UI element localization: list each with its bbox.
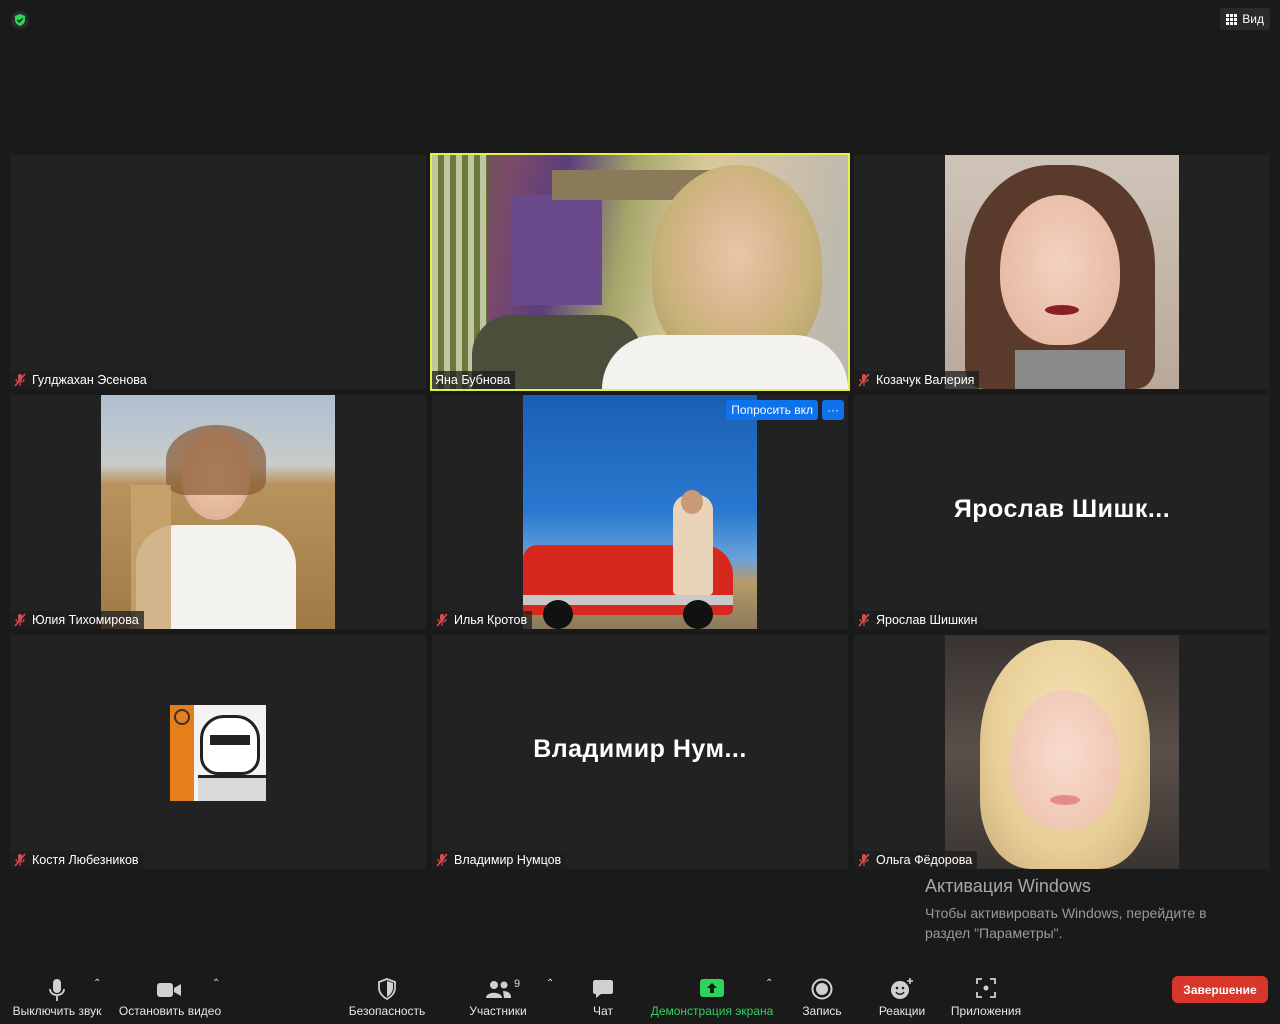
participant-tile[interactable]: Ольга Фёдорова xyxy=(854,635,1270,869)
participants-button[interactable]: 9 Участники xyxy=(462,968,534,1024)
muted-mic-icon xyxy=(858,853,870,867)
security-button-label: Безопасность xyxy=(348,1004,426,1018)
participant-video xyxy=(945,155,1179,389)
end-meeting-button[interactable]: Завершение xyxy=(1172,976,1268,1003)
participant-name-tag: Ольга Фёдорова xyxy=(854,851,978,869)
participant-name: Илья Кротов xyxy=(454,613,528,627)
stop-video-button-label: Остановить видео xyxy=(118,1004,222,1018)
avatar xyxy=(170,705,266,801)
apps-button[interactable]: Приложения xyxy=(946,968,1026,1024)
muted-mic-icon xyxy=(14,853,26,867)
stop-video-button[interactable]: Остановить видео xyxy=(114,968,226,1024)
participant-name: Козачук Валерия xyxy=(876,373,975,387)
video-options-chevron-icon[interactable]: ⌃ xyxy=(212,978,220,989)
muted-mic-icon xyxy=(436,853,448,867)
grid-view-icon xyxy=(1226,13,1238,25)
muted-mic-icon xyxy=(858,613,870,627)
participants-button-label: Участники xyxy=(469,1004,527,1018)
security-shield-icon[interactable] xyxy=(10,10,30,30)
participants-options-chevron-icon[interactable]: ⌃ xyxy=(546,978,554,989)
participant-tile[interactable]: Юлия Тихомирова xyxy=(10,395,426,629)
participant-name-tag: Гулджахан Эсенова xyxy=(10,371,152,389)
chat-button-label: Чат xyxy=(593,1004,613,1018)
muted-mic-icon xyxy=(858,373,870,387)
zoom-meeting-window: Вид Гулджахан Эсенова Яна Бубнова Козачу… xyxy=(0,0,1280,1024)
participant-name-tag: Козачук Валерия xyxy=(854,371,980,389)
watermark-title: Активация Windows xyxy=(925,876,1091,896)
share-screen-button-label: Демонстрация экрана xyxy=(650,1004,774,1018)
mute-button-label: Выключить звук xyxy=(12,1004,102,1018)
participant-tile-active-speaker[interactable]: Яна Бубнова xyxy=(430,153,850,391)
record-button-label: Запись xyxy=(802,1004,842,1018)
view-button-label: Вид xyxy=(1242,12,1264,26)
participants-icon xyxy=(486,981,511,998)
share-options-chevron-icon[interactable]: ⌃ xyxy=(765,978,773,989)
participant-tile[interactable]: Гулджахан Эсенова xyxy=(10,155,426,389)
participant-name: Ольга Фёдорова xyxy=(876,853,973,867)
windows-activation-watermark: Активация Windows Чтобы активировать Win… xyxy=(925,876,1245,943)
participant-name-tag: Яна Бубнова xyxy=(432,371,516,389)
more-options-button[interactable]: ··· xyxy=(822,400,844,420)
apps-icon xyxy=(976,978,996,998)
reactions-button[interactable]: Реакции xyxy=(874,968,930,1024)
record-button[interactable]: Запись xyxy=(796,968,848,1024)
meeting-toolbar: Выключить звук ⌃ Остановить видео ⌃ Безо… xyxy=(0,968,1280,1024)
microphone-icon xyxy=(49,979,65,1001)
participant-name-tag: Илья Кротов xyxy=(432,611,533,629)
chat-button[interactable]: Чат xyxy=(582,968,624,1024)
participant-tile[interactable]: Козачук Валерия xyxy=(854,155,1270,389)
participant-name: Гулджахан Эсенова xyxy=(32,373,147,387)
participant-display-name: Владимир Нум... xyxy=(533,735,747,763)
muted-mic-icon xyxy=(14,373,26,387)
participant-video xyxy=(101,395,335,629)
participant-video xyxy=(523,395,757,629)
video-camera-icon xyxy=(157,983,181,997)
participant-name-tag: Ярослав Шишкин xyxy=(854,611,983,629)
participant-tile[interactable]: Ярослав Шишк... Ярослав Шишкин xyxy=(854,395,1270,629)
participants-count: 9 xyxy=(514,978,521,990)
participant-name: Юлия Тихомирова xyxy=(32,613,139,627)
participant-tile[interactable]: Владимир Нум... Владимир Нумцов xyxy=(432,635,848,869)
participant-name-tag: Юлия Тихомирова xyxy=(10,611,144,629)
audio-options-chevron-icon[interactable]: ⌃ xyxy=(93,978,101,989)
watermark-text: Чтобы активировать Windows, перейдите в … xyxy=(925,905,1207,941)
view-button[interactable]: Вид xyxy=(1220,8,1270,30)
chat-bubble-icon xyxy=(593,980,613,998)
mute-button[interactable]: Выключить звук xyxy=(8,968,106,1024)
participant-name: Ярослав Шишкин xyxy=(876,613,978,627)
participant-video xyxy=(432,155,848,389)
reactions-button-label: Реакции xyxy=(878,1004,926,1018)
participant-video xyxy=(945,635,1179,869)
participant-display-name: Ярослав Шишк... xyxy=(953,495,1171,523)
ask-to-start-video-button[interactable]: Попросить вкл xyxy=(726,400,818,420)
share-screen-arrow-icon xyxy=(700,979,724,997)
security-shield-icon xyxy=(378,978,396,1000)
participant-tile[interactable]: Костя Любезников xyxy=(10,635,426,869)
participant-tile[interactable]: Попросить вкл ··· Илья Кротов xyxy=(432,395,848,629)
apps-button-label: Приложения xyxy=(950,1004,1022,1018)
participant-name-tag: Владимир Нумцов xyxy=(432,851,567,869)
muted-mic-icon xyxy=(14,613,26,627)
muted-mic-icon xyxy=(436,613,448,627)
participant-name-tag: Костя Любезников xyxy=(10,851,144,869)
security-button[interactable]: Безопасность xyxy=(344,968,430,1024)
participant-name: Владимир Нумцов xyxy=(454,853,562,867)
smiley-plus-icon xyxy=(891,978,913,999)
participant-name: Яна Бубнова xyxy=(435,373,511,387)
record-icon xyxy=(811,978,833,1000)
participant-name: Костя Любезников xyxy=(32,853,139,867)
share-screen-button[interactable]: Демонстрация экрана xyxy=(646,968,778,1024)
